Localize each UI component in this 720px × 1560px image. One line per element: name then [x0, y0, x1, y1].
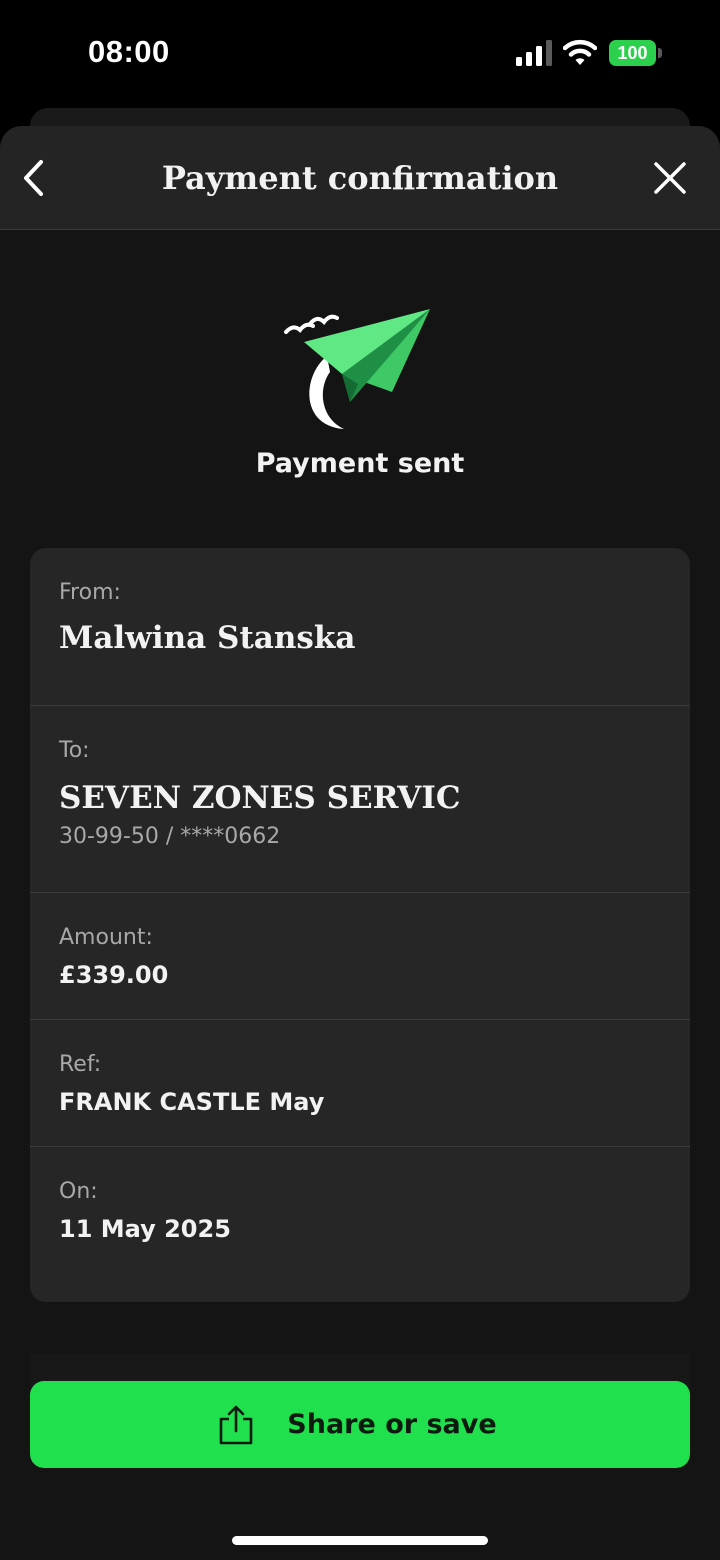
- battery-icon: 100: [609, 40, 662, 66]
- payment-details-card: From: Malwina Stanska To: SEVEN ZONES SE…: [30, 548, 690, 1302]
- wifi-icon: [563, 39, 597, 65]
- close-icon: [654, 162, 686, 194]
- amount-value: £339.00: [59, 961, 169, 989]
- signal-icon: [516, 40, 552, 66]
- close-button[interactable]: [646, 154, 694, 202]
- share-icon: [219, 1405, 253, 1444]
- page-title: Payment confirmation: [161, 159, 559, 197]
- payment-status-label: Payment sent: [255, 448, 465, 479]
- payment-confirmation-screen: 08:00 100 Payment confirmation Payment s…: [0, 0, 720, 1560]
- nav-bar: Payment confirmation: [0, 126, 720, 230]
- amount-row: Amount: £339.00: [30, 893, 690, 1020]
- to-account-details: 30-99-50 / ****0662: [59, 824, 281, 849]
- chevron-left-icon: [24, 160, 43, 196]
- ref-value: FRANK CASTLE May: [59, 1088, 325, 1116]
- to-row: To: SEVEN ZONES SERVIC 30-99-50 / ****06…: [30, 706, 690, 893]
- from-label: From:: [59, 580, 121, 605]
- to-value: SEVEN ZONES SERVIC: [59, 780, 461, 816]
- share-button-label: Share or save: [287, 1409, 497, 1440]
- share-or-save-button[interactable]: Share or save: [30, 1381, 690, 1468]
- date-value: 11 May 2025: [59, 1215, 231, 1243]
- paper-plane-icon: [284, 309, 430, 429]
- from-value: Malwina Stanska: [59, 620, 356, 656]
- from-row: From: Malwina Stanska: [30, 548, 690, 706]
- ref-label: Ref:: [59, 1052, 102, 1077]
- back-button[interactable]: [10, 154, 58, 202]
- status-bar: 08:00 100: [0, 0, 720, 100]
- status-time: 08:00: [88, 34, 170, 69]
- battery-cap: [658, 48, 662, 58]
- home-indicator: [232, 1536, 488, 1545]
- amount-label: Amount:: [59, 925, 153, 950]
- ref-row: Ref: FRANK CASTLE May: [30, 1020, 690, 1147]
- to-label: To:: [59, 738, 90, 763]
- date-row: On: 11 May 2025: [30, 1147, 690, 1302]
- date-label: On:: [59, 1179, 98, 1204]
- battery-level: 100: [609, 40, 656, 66]
- confirmation-sheet: Payment confirmation Payment sent From: …: [0, 126, 720, 1560]
